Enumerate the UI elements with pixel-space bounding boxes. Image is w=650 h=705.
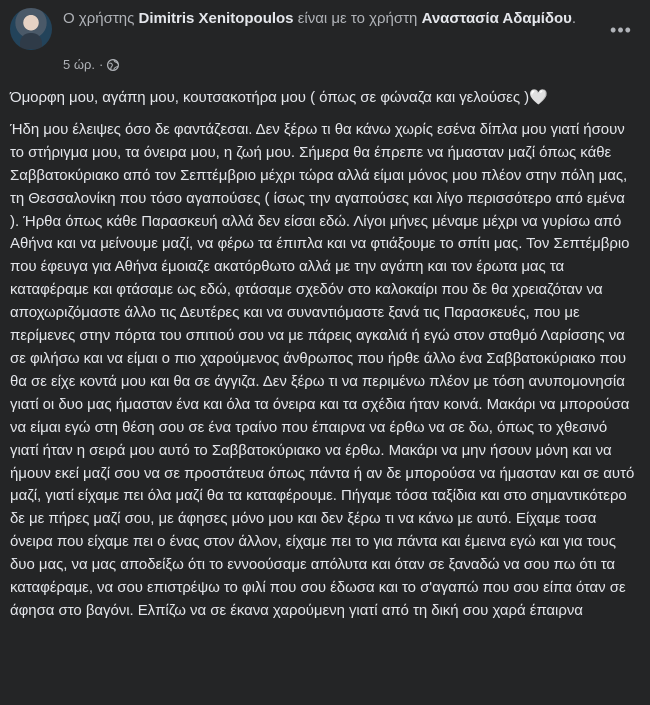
globe-icon[interactable] — [107, 58, 120, 72]
author-name-link[interactable]: Dimitris Xenitopoulos — [139, 10, 294, 27]
post-body: Όμορφη μου, αγάπη μου, κουτσακοτήρα μου … — [10, 87, 638, 623]
meta-separator: · — [99, 57, 104, 72]
post-header: Ο χρήστης Dimitris Xenitopoulos είναι με… — [10, 8, 640, 88]
post-paragraph: Όμορφη μου, αγάπη μου, κουτσακοτήρα μου … — [10, 89, 548, 106]
post-headline: Ο χρήστης Dimitris Xenitopoulos είναι με… — [63, 8, 583, 30]
facebook-post: Ο χρήστης Dimitris Xenitopoulos είναι με… — [0, 0, 650, 705]
headline-suffix: . — [571, 10, 577, 27]
author-avatar[interactable] — [10, 8, 52, 50]
tagged-user-link[interactable]: Αναστασία Αδαμίδου — [422, 10, 572, 27]
post-time-link[interactable]: 5 ώρ. — [63, 57, 95, 73]
headline-middle: είναι με το χρήστη — [293, 10, 422, 27]
post-meta: 5 ώρ. · — [63, 57, 120, 73]
more-options-icon[interactable]: ••• — [607, 16, 635, 44]
headline-prefix: Ο χρήστης — [63, 10, 139, 27]
post-paragraph: Ήδη μου έλειψες όσο δε φαντάζεσαι. Δεν ξ… — [10, 120, 635, 619]
